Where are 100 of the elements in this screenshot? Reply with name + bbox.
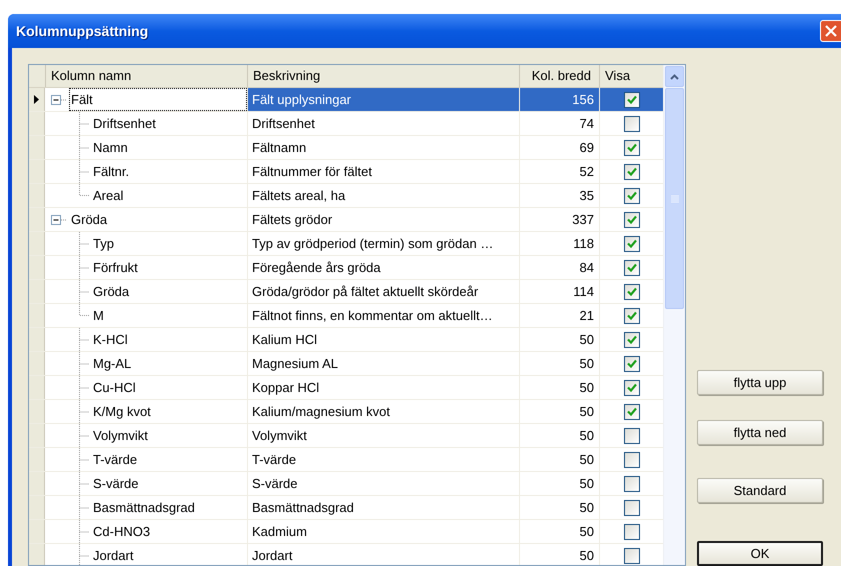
checkbox[interactable] (624, 308, 640, 324)
tree-line-icon (79, 376, 89, 400)
column-header[interactable]: Kol. bredd (532, 66, 591, 86)
dialog-button[interactable]: Standard (697, 478, 823, 503)
table-row[interactable]: Namn Fältnamn 69 (29, 136, 663, 160)
table-row[interactable]: Jordart Jordart 50 (29, 544, 663, 565)
checkbox[interactable] (624, 236, 640, 252)
check-icon (626, 335, 636, 344)
dialog-button[interactable]: flytta upp (697, 370, 823, 395)
collapse-icon[interactable] (51, 214, 67, 224)
column-header[interactable]: Visa (605, 66, 630, 86)
checkbox[interactable] (624, 380, 640, 396)
checkbox[interactable] (624, 500, 640, 516)
column-name: Areal (92, 186, 124, 205)
checkbox[interactable] (624, 332, 640, 348)
table-row[interactable]: K/Mg kvot Kalium/magnesium kvot 50 (29, 400, 663, 424)
checkbox[interactable] (624, 164, 640, 180)
table-row[interactable]: Driftsenhet Driftsenhet 74 (29, 112, 663, 136)
check-icon (626, 95, 636, 104)
table-cell: 52 (519, 160, 599, 183)
table-row[interactable]: K-HCl Kalium HCl 50 (29, 328, 663, 352)
check-icon (626, 383, 636, 392)
table-row[interactable]: Gröda Fältets grödor 337 (29, 208, 663, 232)
scrollbar[interactable] (663, 65, 685, 565)
table-row[interactable]: Volymvikt Volymvikt 50 (29, 424, 663, 448)
checkbox[interactable] (624, 524, 640, 540)
checkbox[interactable] (624, 452, 640, 468)
check-icon (626, 167, 636, 176)
table-cell: 69 (519, 136, 599, 159)
check-icon (626, 239, 636, 248)
checkbox[interactable] (624, 548, 640, 564)
check-icon (626, 311, 636, 320)
checkbox[interactable] (624, 116, 640, 132)
checkbox[interactable] (624, 92, 640, 108)
tree-line-icon (79, 136, 89, 160)
close-button[interactable] (820, 20, 841, 42)
dialog-button[interactable]: flytta ned (697, 420, 823, 445)
check-icon (626, 359, 636, 368)
tree-line-icon (79, 472, 89, 496)
column-name: T-värde (92, 450, 138, 469)
table-cell: Kalium HCl (247, 328, 519, 351)
table-row[interactable]: Gröda Gröda/grödor på fältet aktuellt skördeår 114 (29, 280, 663, 304)
tree-line-icon (79, 328, 89, 352)
table-cell: 118 (519, 232, 599, 255)
table-row[interactable]: Fält Fält upplysningar 156 (29, 88, 663, 112)
checkbox[interactable] (624, 188, 640, 204)
checkbox[interactable] (624, 476, 640, 492)
row-pointer-icon (34, 95, 39, 104)
checkbox[interactable] (624, 356, 640, 372)
column-header[interactable]: Kolumn namn (51, 66, 132, 86)
column-header[interactable]: Beskrivning (253, 66, 320, 86)
tree-line-icon (79, 520, 89, 544)
table-row[interactable]: M Fältnot finns, en kommentar om aktuellt… 21 (29, 304, 663, 328)
checkbox[interactable] (624, 404, 640, 420)
scroll-thumb[interactable] (665, 88, 684, 309)
table-cell: Driftsenhet (247, 112, 519, 135)
table-row[interactable]: Mg-AL Magnesium AL 50 (29, 352, 663, 376)
table-cell: 50 (519, 448, 599, 471)
checkbox[interactable] (624, 260, 640, 276)
collapse-icon[interactable] (51, 94, 67, 104)
column-name: K-HCl (92, 330, 129, 349)
check-icon (626, 287, 636, 296)
table-cell: 156 (519, 88, 599, 111)
checkbox[interactable] (624, 140, 640, 156)
table-row[interactable]: Förfrukt Föregående års gröda 84 (29, 256, 663, 280)
scroll-up-button[interactable] (665, 66, 684, 87)
table-cell: T-värde (247, 448, 519, 471)
table-cell: Fältnummer för fältet (247, 160, 519, 183)
table-row[interactable]: S-värde S-värde 50 (29, 472, 663, 496)
table-cell: Fältnamn (247, 136, 519, 159)
table-cell: 35 (519, 184, 599, 207)
table-cell: 50 (519, 544, 599, 565)
column-name: Fält (69, 88, 247, 111)
column-name: Förfrukt (92, 258, 139, 277)
column-name: Gröda (70, 210, 108, 229)
table-row[interactable]: Basmättnadsgrad Basmättnadsgrad 50 (29, 496, 663, 520)
column-name: Mg-AL (92, 354, 132, 373)
table-row[interactable]: Cu-HCl Koppar HCl 50 (29, 376, 663, 400)
table-cell: S-värde (247, 472, 519, 495)
table-row[interactable]: Areal Fältets areal, ha 35 (29, 184, 663, 208)
tree-line-icon (79, 112, 89, 136)
column-name: M (92, 306, 105, 325)
table-cell: 50 (519, 352, 599, 375)
tree-line-icon (79, 232, 89, 256)
grip-icon (670, 194, 678, 202)
tree-line-icon (79, 400, 89, 424)
table-cell: Volymvikt (247, 424, 519, 447)
table-cell: 74 (519, 112, 599, 135)
column-name: Gröda (92, 282, 130, 301)
table-row[interactable]: Fältnr. Fältnummer för fältet 52 (29, 160, 663, 184)
checkbox[interactable] (624, 428, 640, 444)
table-row[interactable]: Cd-HNO3 Kadmium 50 (29, 520, 663, 544)
table-row[interactable]: Typ Typ av grödperiod (termin) som grödan … 118 (29, 232, 663, 256)
checkbox[interactable] (624, 284, 640, 300)
dialog-button[interactable]: OK (697, 540, 823, 566)
checkbox[interactable] (624, 212, 640, 228)
table-cell: 84 (519, 256, 599, 279)
table-cell: Kadmium (247, 520, 519, 543)
tree-line-icon (79, 448, 89, 472)
table-row[interactable]: T-värde T-värde 50 (29, 448, 663, 472)
